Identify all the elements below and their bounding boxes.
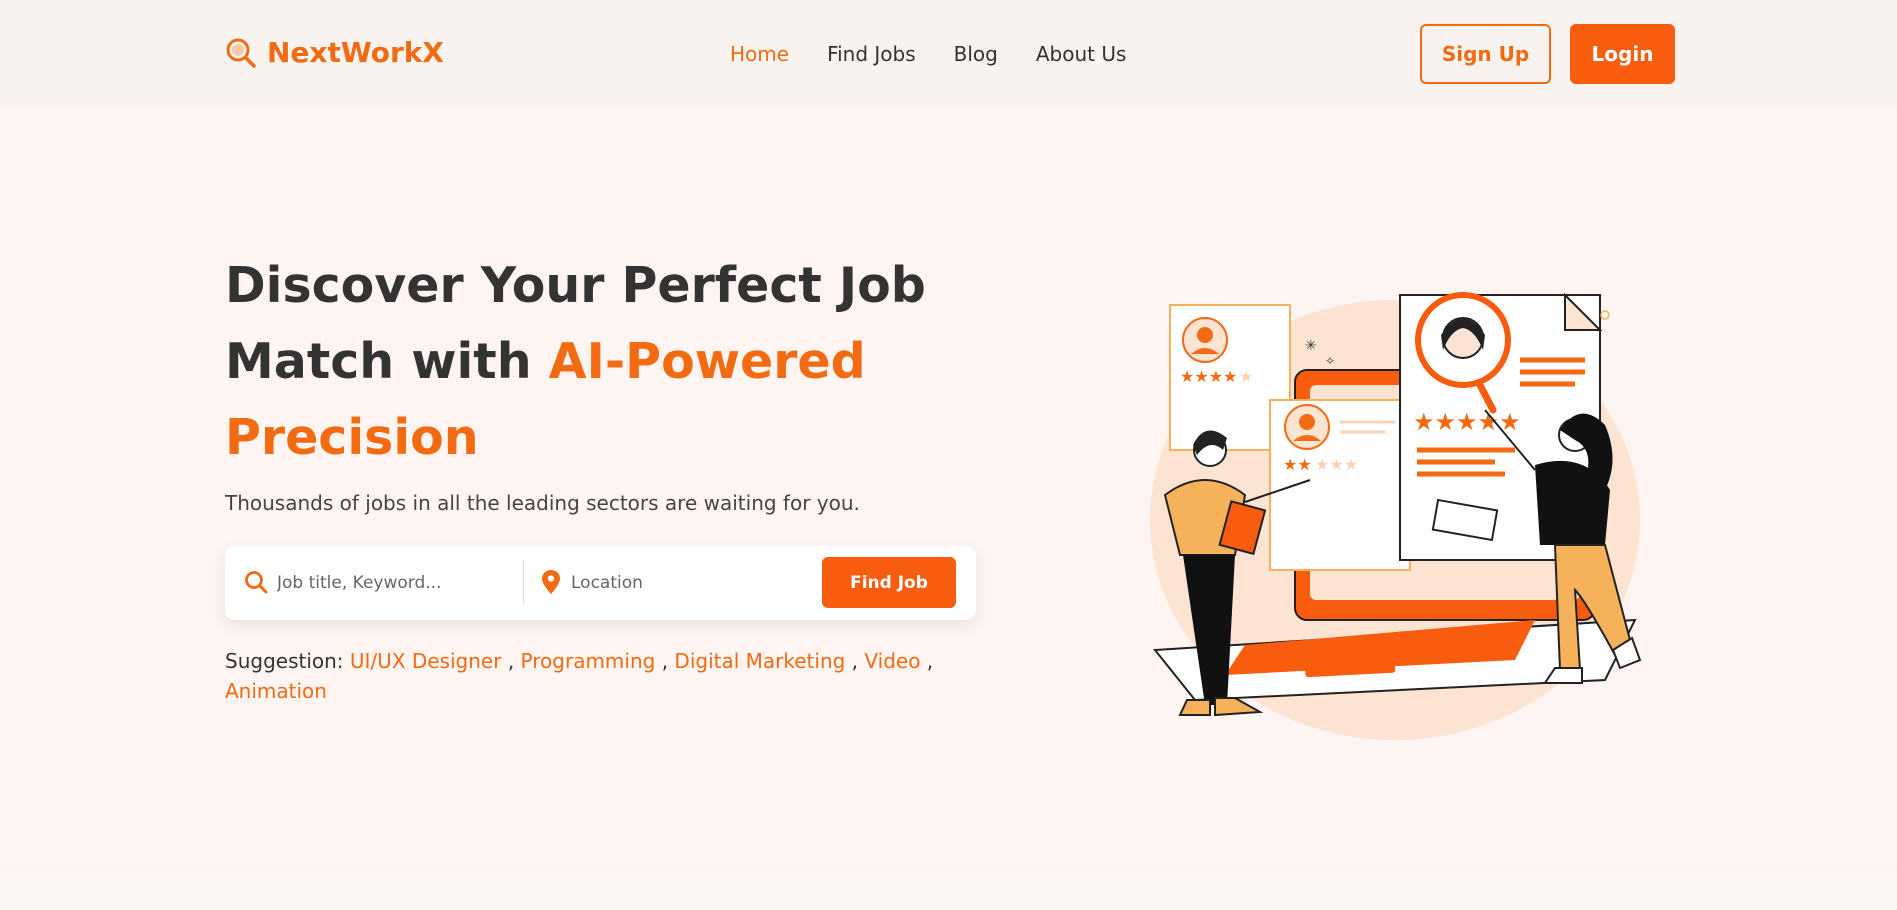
- next-section-edge: [0, 870, 1897, 910]
- nav-blog[interactable]: Blog: [954, 42, 998, 66]
- hero-subtext: Thousands of jobs in all the leading sec…: [225, 491, 860, 515]
- find-job-button[interactable]: Find Job: [822, 557, 956, 608]
- search-suggestions: Suggestion: UI/UX Designer , Programming…: [225, 649, 934, 703]
- suggestion-animation[interactable]: Animation: [225, 679, 327, 703]
- job-search-bar: Find Job: [225, 546, 976, 620]
- sign-up-button[interactable]: Sign Up: [1420, 24, 1551, 84]
- suggestion-ui-ux-designer[interactable]: UI/UX Designer: [350, 649, 502, 673]
- svg-text:★★★★: ★★★★: [1180, 367, 1237, 386]
- top-navbar: NextWorkX Home Find Jobs Blog About Us S…: [0, 0, 1897, 108]
- svg-text:★★: ★★: [1283, 455, 1312, 474]
- suggestion-label: Suggestion:: [225, 649, 344, 673]
- suggestion-video[interactable]: Video: [864, 649, 920, 673]
- location-pin-icon: [542, 570, 560, 594]
- main-nav: Home Find Jobs Blog About Us: [730, 42, 1164, 66]
- keyword-input[interactable]: [277, 568, 517, 598]
- brand-name: NextWorkX: [267, 36, 445, 69]
- suggestion-programming[interactable]: Programming: [521, 649, 656, 673]
- hero-headline: Discover Your Perfect Job Match with AI-…: [225, 248, 985, 476]
- brand-logo[interactable]: NextWorkX: [225, 36, 444, 69]
- magnifier-logo-icon: [226, 38, 256, 68]
- hero-illustration: ★★★★ ★ ★★ ★★★ ★★★★★ ✳ ✧: [1150, 292, 1642, 740]
- search-divider: [523, 560, 524, 604]
- svg-text:★: ★: [1239, 367, 1253, 386]
- svg-text:✧: ✧: [1325, 354, 1335, 368]
- nav-about-us[interactable]: About Us: [1036, 42, 1127, 66]
- suggestion-digital-marketing[interactable]: Digital Marketing: [674, 649, 845, 673]
- svg-text:★★★: ★★★: [1315, 455, 1358, 474]
- location-input[interactable]: [571, 568, 801, 598]
- search-icon: [245, 571, 268, 594]
- nav-home[interactable]: Home: [730, 42, 789, 66]
- nav-find-jobs[interactable]: Find Jobs: [827, 42, 916, 66]
- svg-text:✳: ✳: [1305, 338, 1317, 354]
- login-button[interactable]: Login: [1570, 24, 1675, 84]
